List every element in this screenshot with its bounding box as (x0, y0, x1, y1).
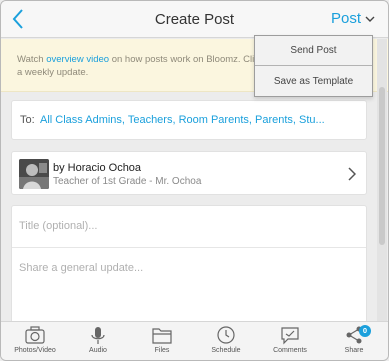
chevron-right-icon (348, 167, 356, 181)
post-button-label: Post (331, 10, 362, 27)
clock-icon (217, 326, 235, 344)
author-subtitle: Teacher of 1st Grade - Mr. Ochoa (53, 176, 202, 187)
page-title: Create Post (154, 11, 235, 28)
post-button[interactable]: Post (331, 10, 375, 27)
share-label: Share (344, 347, 364, 354)
schedule-button[interactable]: Schedule (201, 325, 251, 360)
audio-button[interactable]: Audio (73, 325, 123, 360)
recipients-field[interactable]: To: All Class Admins, Teachers, Room Par… (11, 100, 367, 140)
files-button[interactable]: Files (137, 325, 187, 360)
avatar-image (19, 159, 49, 189)
send-post-menu-item[interactable]: Send Post (255, 36, 372, 66)
header-bar: Create Post Post (1, 1, 388, 38)
recipients-label: To: (20, 114, 35, 126)
save-as-template-menu-item[interactable]: Save as Template (255, 67, 372, 97)
scrollbar-thumb[interactable] (379, 87, 385, 245)
post-title-input[interactable]: Title (optional)... (12, 206, 366, 248)
author-row[interactable]: by Horacio Ochoa Teacher of 1st Grade - … (11, 151, 367, 195)
body-placeholder: Share a general update... (19, 262, 144, 274)
bottom-toolbar: Photos/Video Audio Files Schedule Commen… (1, 321, 388, 360)
photos-video-label: Photos/Video (14, 347, 56, 354)
scrollbar[interactable] (377, 39, 387, 322)
avatar (19, 159, 49, 189)
files-label: Files (154, 347, 170, 354)
microphone-icon (91, 327, 105, 344)
title-placeholder: Title (optional)... (19, 220, 98, 232)
author-name: by Horacio Ochoa (53, 162, 142, 174)
camera-icon (25, 326, 45, 344)
banner-text-line2: a weekly update. (17, 67, 89, 78)
comment-icon (281, 327, 299, 345)
banner-text-after: on how posts work on Bloomz. Click ' (109, 54, 269, 65)
share-button[interactable]: 0 Share (329, 325, 379, 360)
audio-label: Audio (89, 347, 107, 354)
overview-video-link[interactable]: overview video (46, 54, 109, 65)
schedule-label: Schedule (211, 347, 241, 354)
photos-video-button[interactable]: Photos/Video (10, 325, 60, 360)
create-post-window: Create Post Post Watch overview video on… (0, 0, 389, 361)
folder-icon (152, 328, 172, 344)
comments-button[interactable]: Comments (265, 325, 315, 360)
comments-label: Comments (273, 347, 307, 354)
post-body-input[interactable]: Share a general update... (12, 249, 366, 324)
share-count-badge: 0 (359, 325, 371, 337)
compose-area: Title (optional)... Share a general upda… (11, 205, 367, 325)
post-dropdown-menu: Send Post Save as Template (254, 35, 373, 97)
chevron-down-icon (365, 16, 375, 22)
recipients-value[interactable]: All Class Admins, Teachers, Room Parents… (40, 114, 325, 126)
banner-text-before: Watch (17, 54, 47, 65)
